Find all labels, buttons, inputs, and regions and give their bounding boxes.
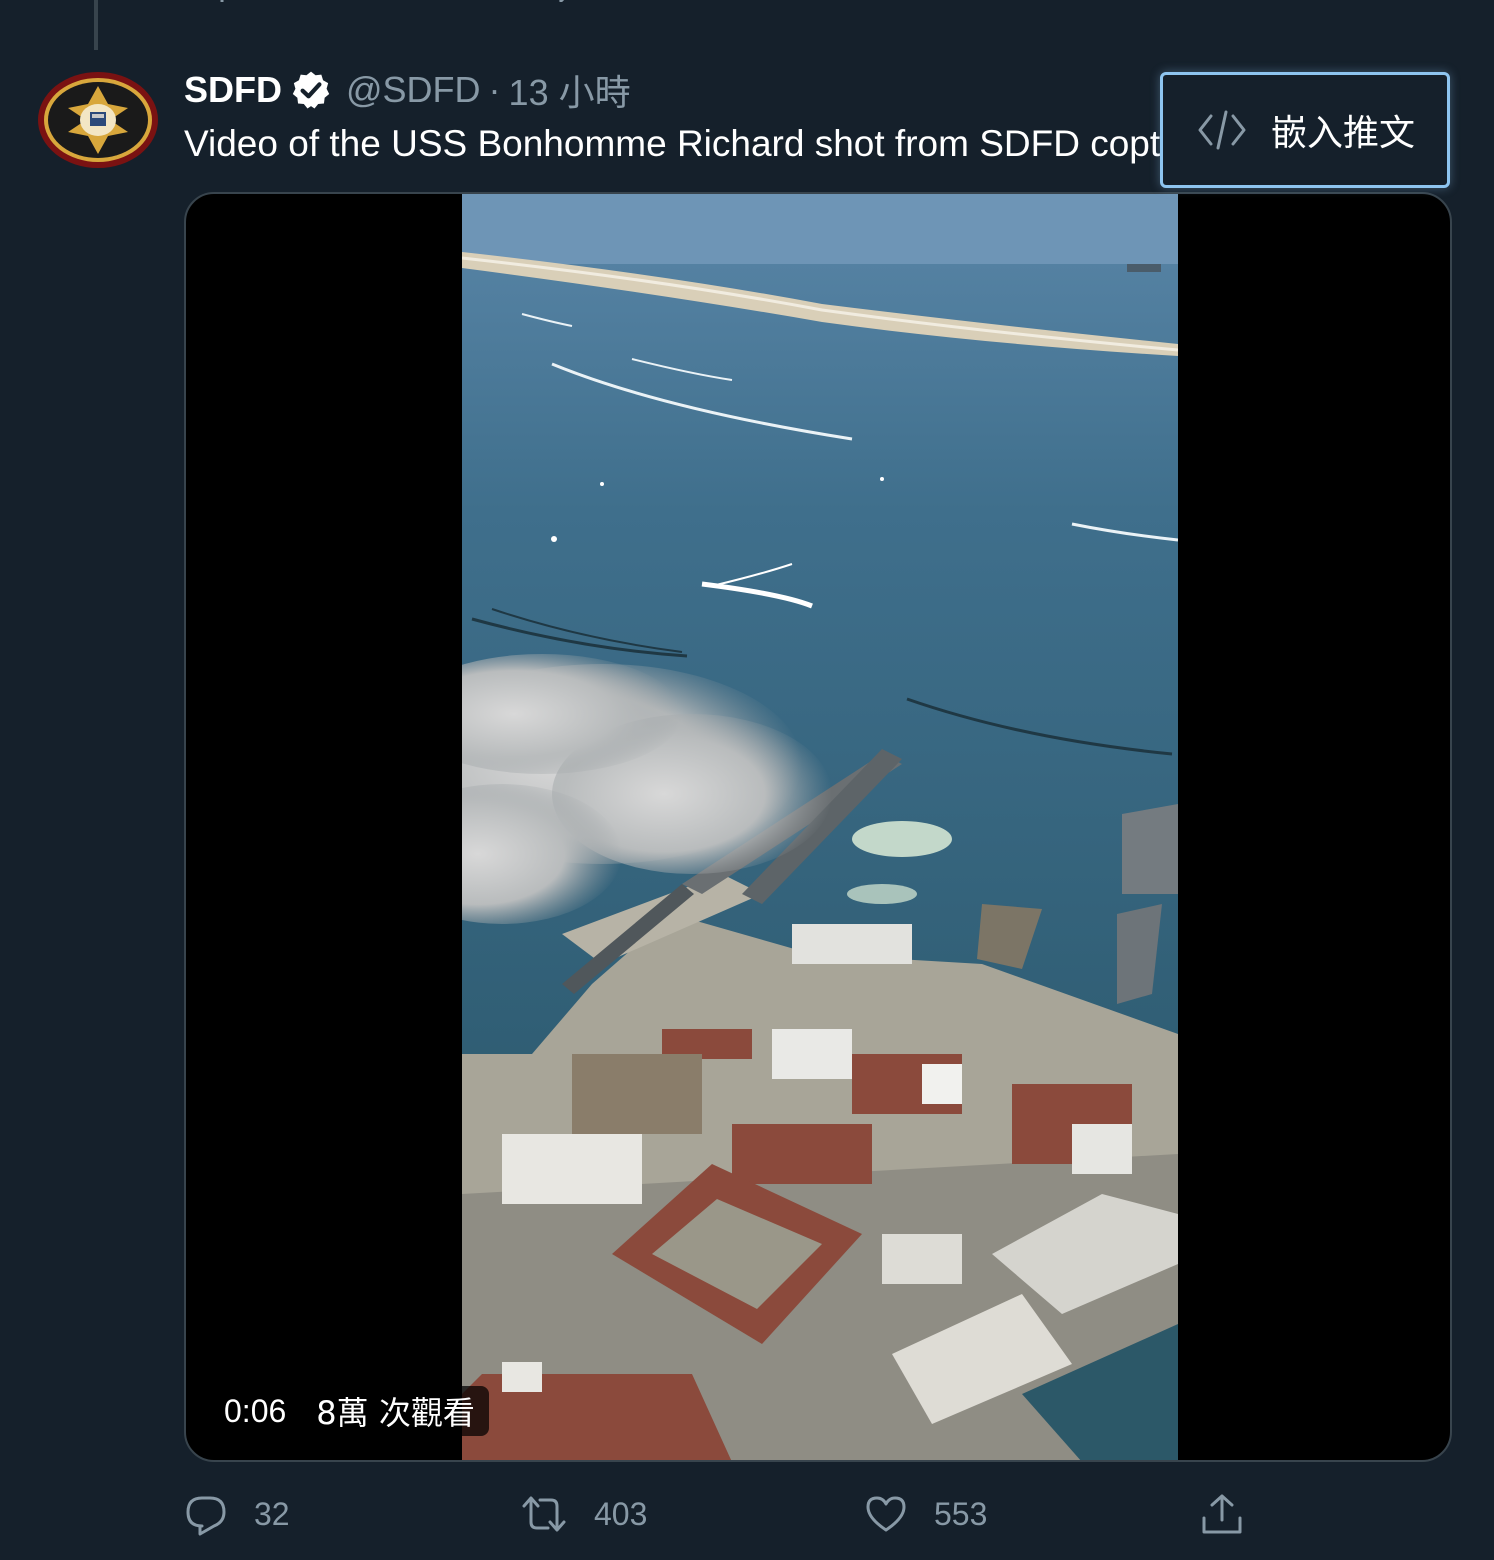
- avatar[interactable]: [36, 70, 160, 170]
- retweet-icon: [522, 1496, 566, 1532]
- user-handle[interactable]: @SDFD: [346, 69, 481, 111]
- previous-share-icon[interactable]: [1200, 0, 1240, 2]
- previous-retweet-icon[interactable]: [524, 0, 574, 2]
- share-icon: [1202, 1494, 1242, 1534]
- header-separator: ·: [488, 69, 501, 110]
- embed-tweet-menu-item[interactable]: 嵌入推文: [1160, 72, 1450, 188]
- like-button[interactable]: 553: [864, 1486, 987, 1542]
- heart-icon: [866, 1496, 906, 1532]
- thread-connector-line: [94, 0, 98, 50]
- sdfd-fire-rescue-seal-icon: [38, 72, 158, 168]
- video-frame-aerial-harbor[interactable]: [462, 194, 1178, 1462]
- video-view-count: 8萬 次觀看: [316, 1394, 475, 1432]
- video-duration: 0:06: [224, 1392, 287, 1429]
- retweet-count: 403: [594, 1495, 648, 1532]
- reply-button[interactable]: 32: [184, 1486, 290, 1542]
- share-button[interactable]: [1200, 1486, 1244, 1542]
- tweet-action-bar: 32 403 553: [184, 1486, 1454, 1542]
- previous-like-icon[interactable]: [864, 0, 904, 2]
- video-player[interactable]: 0:06 8萬 次觀看: [184, 192, 1452, 1462]
- tweet-page: SDFD @SDFD · 13 小時 Video of the USS Bonh…: [0, 0, 1494, 1560]
- code-icon: [1198, 110, 1246, 150]
- reply-count: 32: [254, 1495, 290, 1532]
- previous-reply-icon[interactable]: [192, 0, 232, 2]
- video-info-badge: 0:06 8萬 次觀看: [208, 1386, 489, 1436]
- display-name[interactable]: SDFD: [184, 69, 282, 111]
- tweet-text: Video of the USS Bonhomme Richard shot f…: [184, 123, 1164, 164]
- reply-icon: [186, 1496, 226, 1536]
- previous-tweet-actions: [184, 0, 1454, 10]
- verified-badge-icon: [292, 71, 330, 109]
- tweet-timestamp[interactable]: 13 小時: [509, 64, 631, 116]
- embed-tweet-label: 嵌入推文: [1271, 113, 1416, 154]
- like-count: 553: [934, 1495, 988, 1532]
- tweet-header: SDFD @SDFD · 13 小時: [184, 66, 631, 114]
- retweet-button[interactable]: 403: [520, 1486, 647, 1542]
